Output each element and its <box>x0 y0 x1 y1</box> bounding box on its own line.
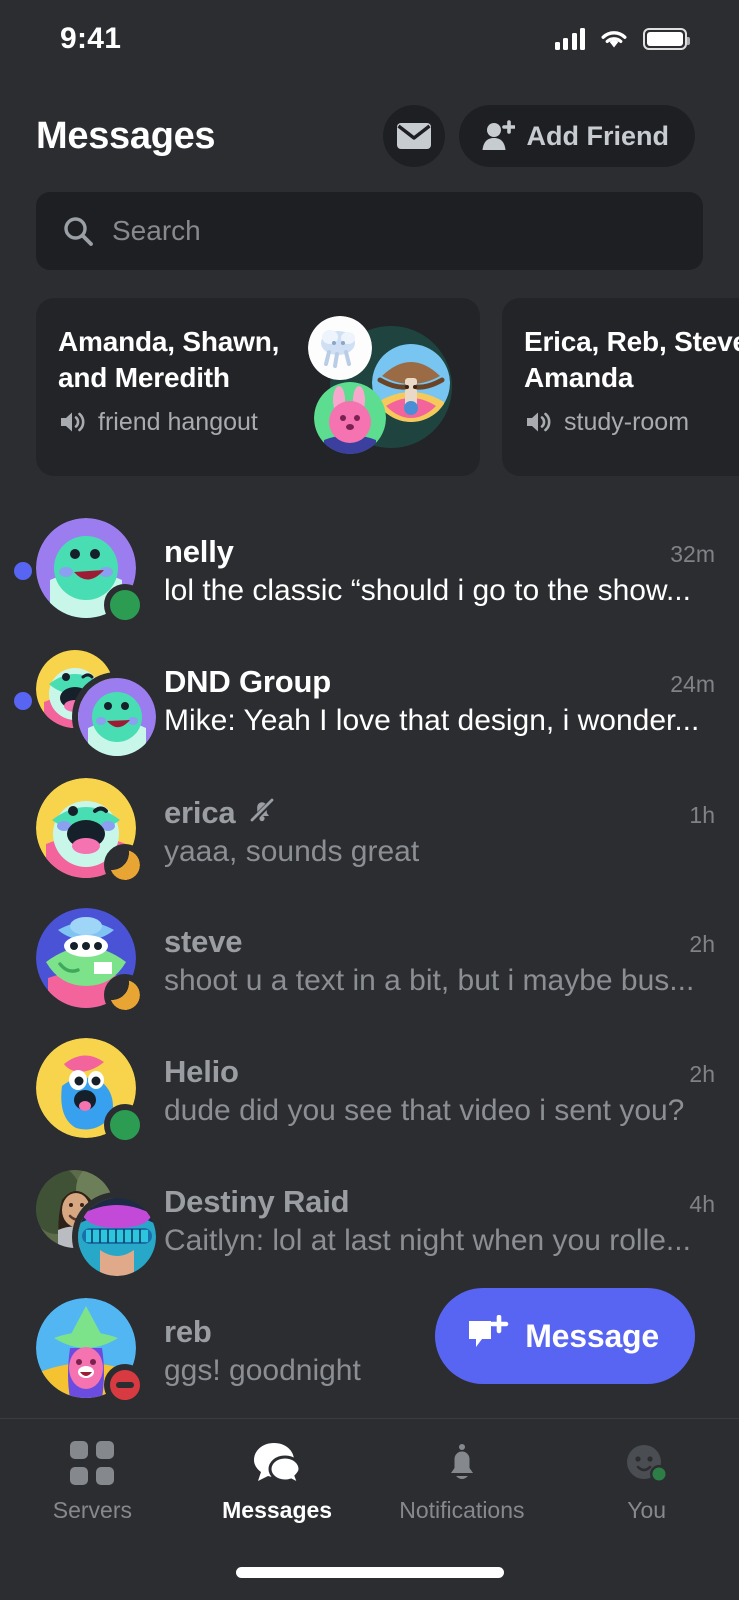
home-indicator <box>236 1567 504 1578</box>
add-friend-button[interactable]: Add Friend <box>459 105 696 167</box>
add-friend-label: Add Friend <box>527 121 670 152</box>
tab-notifications[interactable]: Notifications <box>370 1441 555 1524</box>
conversation-content: Helio 2h dude did you see that video i s… <box>142 1054 739 1128</box>
page-header: Messages Add Friend <box>0 78 739 170</box>
tab-notifications-label: Notifications <box>399 1497 524 1524</box>
status-bar-time: 9:41 <box>60 22 121 56</box>
status-badge-idle <box>104 974 146 1016</box>
conversation-preview: Mike: Yeah I love that design, i wonder.… <box>164 704 715 738</box>
conversation-name: nelly <box>164 534 234 570</box>
status-bar: 9:41 <box>0 0 739 78</box>
user-avatar-icon <box>624 1441 670 1485</box>
voice-channel-name: friend hangout <box>98 408 258 437</box>
conversation-row-helio[interactable]: Helio 2h dude did you see that video i s… <box>0 1026 739 1156</box>
tab-you[interactable]: You <box>554 1441 739 1524</box>
avatar <box>36 1038 142 1144</box>
conversation-preview: lol the classic “should i go to the show… <box>164 574 715 608</box>
voice-channel-card[interactable]: Amanda, Shawn, and Meredith friend hango… <box>36 298 480 476</box>
conversation-content: erica 1h yaaa, sounds great <box>142 793 739 869</box>
conversation-time: 24m <box>670 671 715 698</box>
group-avatar-2 <box>78 678 156 756</box>
status-badge-online <box>104 1104 146 1146</box>
voice-participant-avatars <box>308 316 458 462</box>
search-placeholder: Search <box>112 215 201 247</box>
voice-channel-name: study-room <box>564 408 689 437</box>
conversation-preview: shoot u a text in a bit, but i maybe bus… <box>164 964 715 998</box>
conversation-name: DND Group <box>164 664 331 700</box>
conversation-name: steve <box>164 924 242 960</box>
voice-channel-title: Amanda, Shawn, and Meredith <box>58 324 328 396</box>
status-badge-online <box>104 584 146 626</box>
tab-messages-label: Messages <box>222 1497 332 1524</box>
conversation-content: Destiny Raid 4h Caitlyn: lol at last nig… <box>142 1184 739 1258</box>
status-badge-dnd <box>104 1364 146 1406</box>
search-input[interactable]: Search <box>36 192 703 270</box>
avatar <box>36 518 142 624</box>
mail-button[interactable] <box>383 105 445 167</box>
page-title: Messages <box>36 115 215 158</box>
conversation-row-destiny-raid[interactable]: Destiny Raid 4h Caitlyn: lol at last nig… <box>0 1156 739 1286</box>
conversation-content: DND Group 24m Mike: Yeah I love that des… <box>142 664 739 738</box>
conversation-row-dnd-group[interactable]: DND Group 24m Mike: Yeah I love that des… <box>0 636 739 766</box>
conversation-content: nelly 32m lol the classic “should i go t… <box>142 534 739 608</box>
new-message-label: Message <box>525 1318 659 1355</box>
avatar <box>36 778 142 884</box>
status-badge-idle <box>104 844 146 886</box>
conversation-preview: dude did you see that video i sent you? <box>164 1094 715 1128</box>
search-icon <box>62 215 94 247</box>
servers-grid-icon <box>70 1441 114 1485</box>
tab-you-label: You <box>627 1497 666 1524</box>
avatar <box>36 1298 142 1404</box>
speaker-icon <box>524 409 552 435</box>
conversation-name: erica <box>164 795 235 831</box>
speaker-icon <box>58 409 86 435</box>
conversation-name: Destiny Raid <box>164 1184 349 1220</box>
muted-bell-icon <box>247 796 277 826</box>
voice-channel-card[interactable]: Erica, Reb, Steve & Amanda study-room <box>502 298 739 476</box>
avatar <box>36 648 142 754</box>
conversation-time: 4h <box>689 1191 715 1218</box>
status-bar-indicators <box>555 28 688 50</box>
header-actions: Add Friend <box>383 105 696 167</box>
conversation-row-steve[interactable]: steve 2h shoot u a text in a bit, but i … <box>0 896 739 1026</box>
app-screen: 9:41 Messages <box>0 0 739 1600</box>
wifi-icon <box>599 28 629 50</box>
conversation-preview: yaaa, sounds great <box>164 835 715 869</box>
add-person-icon <box>481 120 515 152</box>
conversation-row-erica[interactable]: erica 1h yaaa, sounds great <box>0 766 739 896</box>
avatar <box>36 1168 142 1274</box>
conversation-content: steve 2h shoot u a text in a bit, but i … <box>142 924 739 998</box>
battery-icon <box>643 28 687 50</box>
voice-channel-title: Erica, Reb, Steve & Amanda <box>524 324 739 396</box>
conversation-list: nelly 32m lol the classic “should i go t… <box>0 506 739 1416</box>
conversation-preview: Caitlyn: lol at last night when you roll… <box>164 1224 715 1258</box>
voice-avatar-1 <box>308 316 372 380</box>
new-message-icon <box>465 1315 509 1357</box>
bell-icon <box>440 1441 484 1485</box>
conversation-row-nelly[interactable]: nelly 32m lol the classic “should i go t… <box>0 506 739 636</box>
conversation-name: reb <box>164 1314 212 1350</box>
mail-icon <box>396 122 432 150</box>
tab-servers[interactable]: Servers <box>0 1441 185 1524</box>
new-message-button[interactable]: Message <box>435 1288 695 1384</box>
cellular-bars-icon <box>555 28 586 50</box>
chat-bubbles-icon <box>252 1441 302 1485</box>
bottom-tab-bar: Servers Messages Notifications <box>0 1418 739 1600</box>
conversation-time: 32m <box>670 541 715 568</box>
tab-servers-label: Servers <box>53 1497 132 1524</box>
conversation-time: 1h <box>689 802 715 829</box>
avatar <box>36 908 142 1014</box>
conversation-name: Helio <box>164 1054 239 1090</box>
voice-avatar-3 <box>314 382 386 454</box>
voice-channel-meta: study-room <box>524 408 739 437</box>
group-avatar-2 <box>78 1198 156 1276</box>
unread-indicator <box>14 692 32 710</box>
conversation-time: 2h <box>689 931 715 958</box>
tab-messages[interactable]: Messages <box>185 1441 370 1524</box>
unread-indicator <box>14 562 32 580</box>
active-voice-channels: Amanda, Shawn, and Meredith friend hango… <box>0 298 739 476</box>
conversation-time: 2h <box>689 1061 715 1088</box>
